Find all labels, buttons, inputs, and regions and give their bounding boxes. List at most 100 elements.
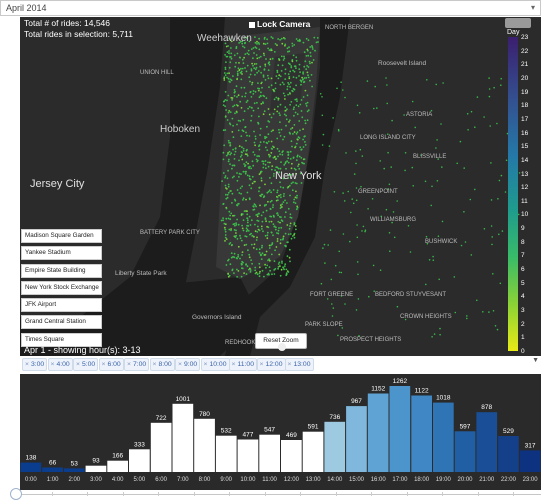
map-tools-icon[interactable] [505,18,531,28]
hour-chip-4-00[interactable]: × 4:00 [47,358,73,371]
legend-tick-9: 9 [521,225,525,233]
x-tick-label: 22:00 [501,477,517,483]
slider-tick [371,492,372,496]
bar-9-00[interactable] [215,435,237,472]
bar-10-00[interactable] [237,439,259,473]
x-tick-label: 12:00 [284,477,300,483]
bar-value-label: 597 [460,423,471,430]
x-tick-label: 20:00 [457,477,473,483]
hour-chip-8-00[interactable]: × 8:00 [149,358,175,371]
x-tick-label: 13:00 [306,477,322,483]
chip-remove-icon[interactable]: × [288,361,292,368]
month-dropdown[interactable]: April 2014 ▾ [0,0,541,16]
bar-17-00[interactable] [389,386,411,472]
day-slider-handle[interactable] [10,488,22,500]
bar-1-00[interactable] [42,467,63,473]
bar-19-00[interactable] [433,402,454,472]
map-view[interactable]: Total # of rides: 14,546 Total rides in … [20,17,541,356]
bar-7-00[interactable] [172,403,194,472]
bar-15-00[interactable] [346,406,367,472]
bar-value-label: 166 [112,453,123,460]
location-button-empire-state-building[interactable]: Empire State Building [21,263,102,278]
bar-12-00[interactable] [281,440,302,472]
bar-20-00[interactable] [454,431,476,472]
bar-21-00[interactable] [476,412,498,472]
chip-remove-icon[interactable]: × [178,361,182,368]
hour-chip-7-00[interactable]: × 7:00 [124,358,150,371]
legend-tick-22: 22 [521,47,529,55]
chip-remove-icon[interactable]: × [76,361,80,368]
hourly-histogram[interactable]: 138 0:00 66 1:00 53 2:00 93 3:00 166 4:00 333 5:00 7… [20,374,541,490]
bar-value-label: 333 [134,441,145,448]
day-slider-track[interactable] [16,494,541,495]
chip-remove-icon[interactable]: × [25,361,29,368]
location-button-yankee-stadium[interactable]: Yankee Stadium [21,246,102,261]
bar-5-00[interactable] [129,449,150,472]
chip-remove-icon[interactable]: × [127,361,131,368]
x-tick-label: 21:00 [479,477,495,483]
bar-13-00[interactable] [302,431,324,472]
hour-chip-10-00[interactable]: × 10:00 [200,358,230,371]
bar-22-00[interactable] [498,436,519,472]
chip-remove-icon[interactable]: × [232,361,236,368]
bar-11-00[interactable] [259,434,280,472]
bar-8-00[interactable] [194,418,215,472]
location-button-grand-central[interactable]: Grand Central Station [21,315,102,330]
checkbox-icon[interactable] [249,22,255,28]
label-bushwick: BUSHWICK [425,239,458,245]
chip-remove-icon[interactable]: × [102,361,106,368]
x-tick-label: 19:00 [436,477,452,483]
chip-remove-icon[interactable]: × [51,361,55,368]
x-tick-label: 23:00 [523,477,539,483]
chip-remove-icon[interactable]: × [153,361,157,368]
bar-value-label: 469 [286,432,297,439]
legend-tick-15: 15 [521,143,529,151]
hour-chip-3-00[interactable]: × 3:00 [22,358,48,371]
x-tick-label: 2:00 [68,477,80,483]
chevron-down-icon[interactable]: ▼ [532,357,539,364]
x-tick-label: 14:00 [327,477,343,483]
bar-16-00[interactable] [367,393,389,473]
hour-chip-9-00[interactable]: × 9:00 [175,358,201,371]
slider-tick [193,492,195,496]
total-selection-text: Total rides in selection: 5,711 [24,29,133,39]
chip-remove-icon[interactable]: × [260,361,264,368]
location-button-jfk-airport[interactable]: JFK Airport [21,298,102,313]
x-tick-label: 17:00 [392,477,408,483]
location-button-madison-square-garden[interactable]: Madison Square Garden [21,229,102,243]
chip-remove-icon[interactable]: × [204,361,208,368]
hour-chip-5-00[interactable]: × 5:00 [73,358,99,371]
slider-tick [300,492,301,496]
label-roosevelt-island: Roosevelt Island [378,60,427,67]
lock-camera-checkbox[interactable]: Lock Camera [249,19,310,29]
legend-tick-21: 21 [521,61,529,69]
hour-multiselect[interactable]: × 3:00 × 4:00 × 5:00 × 6:00 × 7:00 × 8:00 × 9:00 × 10:0… [20,357,541,373]
legend-tick-16: 16 [521,129,529,137]
bar-18-00[interactable] [411,395,432,473]
bar-value-label: 93 [92,458,100,465]
hour-chip-12-00[interactable]: × 12:00 [256,358,286,371]
bar-value-label: 878 [481,404,492,411]
hour-chip-label: 10:00 [209,361,227,368]
bar-2-00[interactable] [63,468,85,472]
x-tick-label: 1:00 [47,477,59,483]
bar-4-00[interactable] [107,460,128,472]
bar-14-00[interactable] [324,421,346,472]
bar-0-00[interactable] [20,462,42,472]
bar-3-00[interactable] [85,465,107,472]
label-hoboken: Hoboken [160,124,201,135]
label-battery-park: BATTERY PARK CITY [140,230,200,236]
legend-tick-0: 0 [521,347,525,355]
chevron-down-icon: ▾ [530,3,535,12]
hour-chip-label: 13:00 [293,361,311,368]
hour-chip-13-00[interactable]: × 13:00 [284,358,314,371]
slider-tick [158,492,159,496]
bar-23-00[interactable] [519,450,541,472]
slider-tick [87,492,88,496]
hour-chip-11-00[interactable]: × 11:00 [228,358,257,371]
hour-chip-6-00[interactable]: × 6:00 [98,358,124,371]
hour-chip-label: 8:00 [158,361,172,368]
bar-6-00[interactable] [150,422,172,472]
location-button-nyse[interactable]: New York Stock Exchange [21,280,102,295]
legend-tick-14: 14 [521,156,529,164]
